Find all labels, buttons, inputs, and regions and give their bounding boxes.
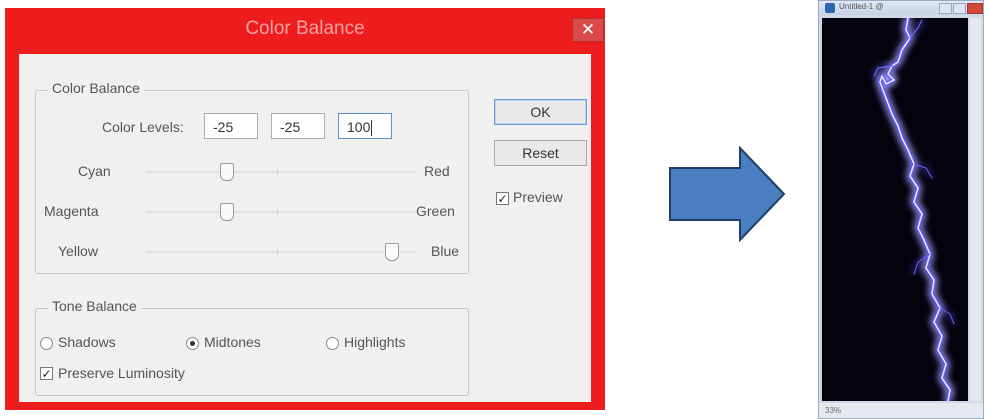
level-field-yellow-blue[interactable]: 100 bbox=[338, 113, 392, 139]
document-title: Untitled-1 @ bbox=[839, 2, 884, 11]
slider-thumb-magenta-green[interactable] bbox=[220, 203, 234, 221]
close-button[interactable]: ✕ bbox=[572, 18, 604, 42]
tone-balance-group: Tone Balance Shadows Midtones Highlights… bbox=[35, 298, 469, 396]
color-balance-dialog: Color Balance ✕ Color Balance Color Leve… bbox=[5, 8, 605, 410]
document-titlebar: Untitled-1 @ bbox=[819, 1, 983, 15]
slider-thumb-yellow-blue[interactable] bbox=[385, 243, 399, 261]
dialog-client: Color Balance Color Levels: -25 -25 100 … bbox=[19, 54, 591, 402]
slider-thumb-cyan-red[interactable] bbox=[220, 163, 234, 181]
radio-highlights[interactable] bbox=[326, 337, 339, 350]
radio-midtones[interactable] bbox=[186, 337, 199, 350]
slider-label-green: Green bbox=[416, 203, 455, 219]
minimize-button[interactable] bbox=[939, 3, 952, 14]
photoshop-doc-icon bbox=[825, 3, 835, 13]
zoom-level[interactable]: 33% bbox=[825, 406, 841, 415]
slider-center-tick bbox=[277, 169, 278, 175]
preserve-luminosity-checkbox[interactable]: ✓ bbox=[40, 367, 53, 380]
slider-center-tick bbox=[277, 249, 278, 255]
reset-button[interactable]: Reset bbox=[494, 140, 587, 166]
slider-label-cyan: Cyan bbox=[78, 163, 111, 179]
right-arrow-icon bbox=[669, 146, 786, 242]
slider-track-cyan-red[interactable] bbox=[146, 169, 416, 175]
dialog-title: Color Balance bbox=[245, 18, 365, 39]
color-balance-legend: Color Balance bbox=[48, 80, 144, 96]
document-status-bar: 33% bbox=[819, 403, 983, 418]
lightning-bolt-image bbox=[873, 18, 955, 401]
maximize-button[interactable] bbox=[953, 3, 966, 14]
slider-track-yellow-blue[interactable] bbox=[146, 249, 416, 255]
level-field-cyan-red[interactable]: -25 bbox=[204, 113, 258, 139]
ok-button[interactable]: OK bbox=[494, 99, 587, 125]
doc-close-button[interactable] bbox=[967, 3, 983, 14]
close-icon: ✕ bbox=[580, 20, 596, 39]
vertical-scrollbar[interactable] bbox=[970, 18, 981, 401]
radio-label-midtones[interactable]: Midtones bbox=[204, 334, 261, 350]
text-caret bbox=[371, 120, 373, 137]
slider-label-blue: Blue bbox=[431, 243, 460, 259]
slider-label-red: Red bbox=[424, 163, 450, 179]
level-value-yellow-blue: 100 bbox=[347, 119, 371, 135]
color-balance-group: Color Balance Color Levels: -25 -25 100 … bbox=[35, 80, 469, 274]
radio-shadows[interactable] bbox=[40, 337, 53, 350]
color-levels-label: Color Levels: bbox=[102, 119, 184, 135]
radio-label-shadows[interactable]: Shadows bbox=[58, 334, 116, 350]
tone-balance-legend: Tone Balance bbox=[48, 298, 141, 314]
preview-label[interactable]: Preview bbox=[513, 189, 563, 205]
image-canvas[interactable] bbox=[822, 18, 968, 401]
preview-checkbox[interactable]: ✓ bbox=[496, 192, 509, 205]
slider-track-magenta-green[interactable] bbox=[146, 209, 416, 215]
level-field-magenta-green[interactable]: -25 bbox=[271, 113, 325, 139]
slider-label-magenta: Magenta bbox=[44, 203, 99, 219]
preserve-luminosity-label[interactable]: Preserve Luminosity bbox=[58, 365, 185, 381]
radio-label-highlights[interactable]: Highlights bbox=[344, 334, 405, 350]
document-window: Untitled-1 @ 33% bbox=[818, 0, 984, 419]
slider-label-yellow: Yellow bbox=[58, 243, 98, 259]
slider-center-tick bbox=[277, 209, 278, 215]
